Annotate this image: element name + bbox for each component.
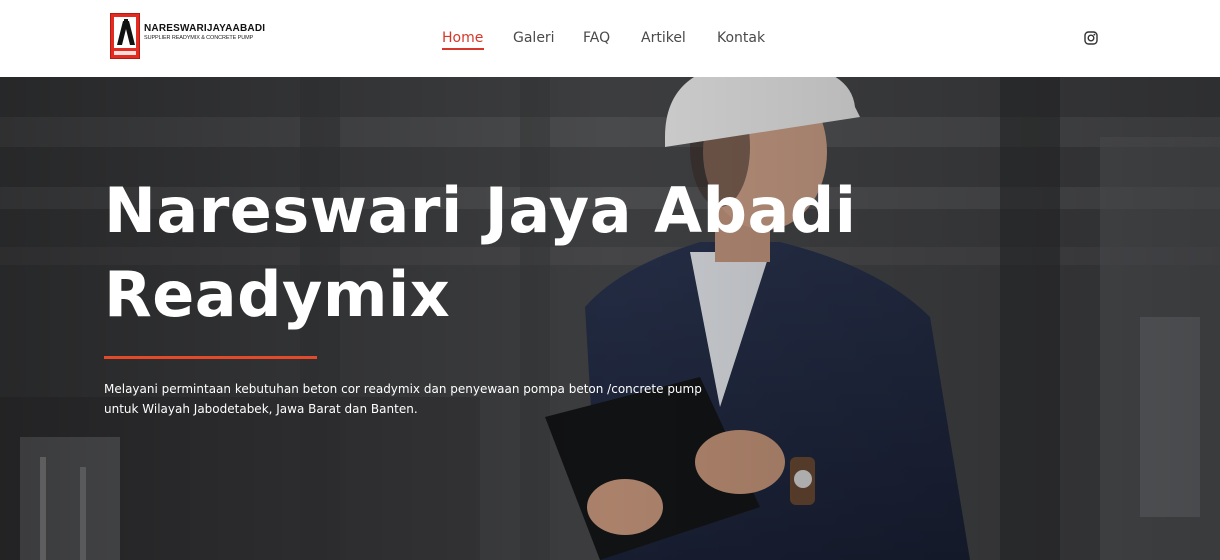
instagram-icon[interactable] <box>1084 31 1098 45</box>
hero-title-line1: Nareswari Jaya Abadi <box>104 174 857 247</box>
main-nav: Home Galeri FAQ Artikel Kontak <box>0 30 1220 50</box>
nav-artikel[interactable]: Artikel <box>641 30 686 46</box>
hero-divider <box>104 356 317 359</box>
nav-active-underline <box>442 48 484 50</box>
nav-kontak[interactable]: Kontak <box>717 30 765 46</box>
nav-faq[interactable]: FAQ <box>583 30 610 46</box>
hero-section: Nareswari Jaya Abadi Readymix Melayani p… <box>0 77 1220 560</box>
nav-home[interactable]: Home <box>442 30 483 46</box>
hero-title: Nareswari Jaya Abadi Readymix <box>104 169 924 337</box>
site-header: NARESWARIJAYAABADI SUPPLIER READYMIX & C… <box>0 0 1220 77</box>
nav-galeri[interactable]: Galeri <box>513 30 555 46</box>
hero-description: Melayani permintaan kebutuhan beton cor … <box>104 382 702 416</box>
hero-title-line2: Readymix <box>104 258 451 331</box>
